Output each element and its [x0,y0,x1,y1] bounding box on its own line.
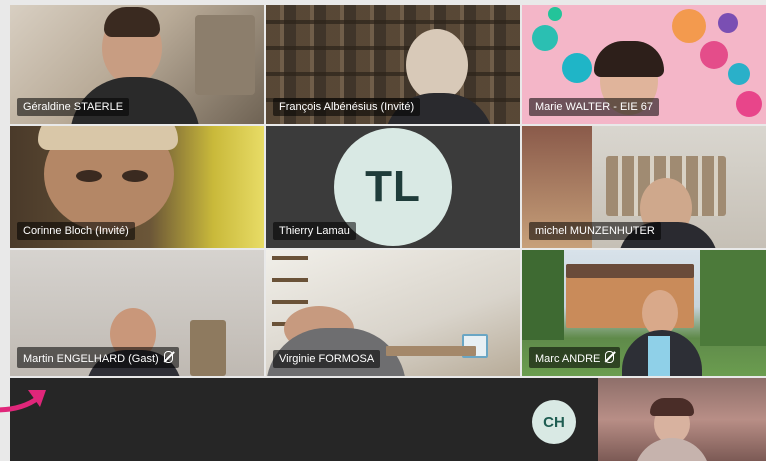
participant-strip: CH [10,378,598,461]
participant-tile[interactable]: Corinne Bloch (Invité) [10,126,264,248]
self-view-tile[interactable] [598,378,766,461]
participant-tile[interactable]: Marie WALTER - EIE 67 [522,5,766,124]
participant-name: Thierry Lamau [273,222,356,240]
participant-avatar[interactable]: CH [532,400,576,444]
participant-name: François Albénésius (Invité) [273,98,421,116]
participant-name: Corinne Bloch (Invité) [17,222,135,240]
participant-tile[interactable]: François Albénésius (Invité) [266,5,520,124]
participant-tile[interactable]: Géraldine STAERLE [10,5,264,124]
participant-name: Marie WALTER - EIE 67 [529,98,659,116]
participant-name: Virginie FORMOSA [273,350,381,368]
video-meeting-window: Géraldine STAERLE François Albénésius (I… [0,0,766,461]
participant-tile[interactable]: TL Thierry Lamau [266,126,520,248]
participant-tile[interactable]: michel MUNZENHUTER [522,126,766,248]
participant-tile[interactable]: Martin ENGELHARD (Gast) [10,250,264,376]
participant-name: Martin ENGELHARD (Gast) [17,347,179,368]
arrow-icon [0,390,46,413]
mic-muted-icon [605,351,615,363]
mic-muted-icon [163,351,173,363]
participant-name: Marc ANDRE [529,347,621,368]
participant-tile[interactable]: Marc ANDRE [522,250,766,376]
participant-tile[interactable]: Virginie FORMOSA [266,250,520,376]
participant-name: Géraldine STAERLE [17,98,130,116]
participant-name: michel MUNZENHUTER [529,222,661,240]
